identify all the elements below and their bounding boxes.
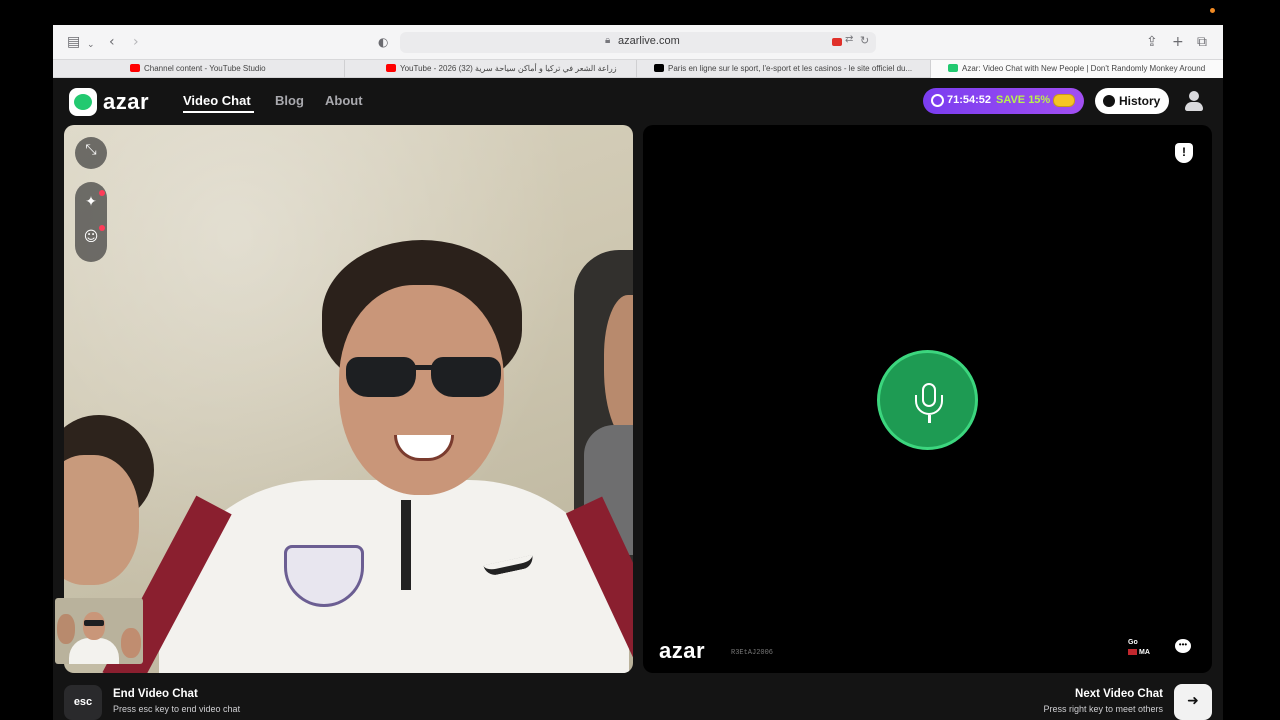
thumb-person	[57, 614, 75, 644]
tab-label: YouTube - 2026 زراعة الشعر في تركيا و أم…	[400, 64, 617, 73]
azar-icon	[948, 63, 958, 72]
promo-badge[interactable]: 71:54:52 SAVE 15%	[923, 88, 1084, 114]
next-chat-title: Next Video Chat	[1075, 688, 1163, 700]
clock-icon	[931, 94, 944, 107]
notification-dot	[99, 225, 105, 231]
report-shield-icon[interactable]: !	[1175, 143, 1193, 163]
country-badge: Go MA	[1128, 638, 1150, 658]
self-view-thumbnail[interactable]	[55, 598, 143, 664]
tab-youtube-video[interactable]: YouTube - 2026 زراعة الشعر في تركيا و أم…	[345, 60, 637, 78]
desktop: ▤ ⌄ ‹ › ◐ 🔒︎ azarlive.com ⇄ ↻ ⇪ + ⧉ Chan…	[0, 0, 1280, 720]
local-video-panel: ⤡ ✦ ☺	[64, 125, 633, 673]
notification-dot	[99, 190, 105, 196]
country-label-top: Go	[1128, 639, 1138, 646]
azar-logo[interactable]: azar	[69, 88, 149, 116]
arrow-right-icon: ➜	[1187, 693, 1199, 709]
azar-logo-icon	[69, 88, 97, 116]
tab-azar[interactable]: Azar: Video Chat with New People | Don't…	[931, 60, 1223, 78]
camera-active-icon[interactable]	[832, 38, 842, 46]
plus-icon[interactable]: +	[1172, 33, 1184, 51]
jacket-zipper	[401, 500, 411, 590]
thumb-person	[121, 628, 141, 658]
sunglasses	[346, 357, 501, 399]
thumb-jacket	[69, 638, 119, 664]
translate-icon[interactable]: ⇄	[845, 34, 853, 45]
reload-icon[interactable]: ↻	[860, 34, 869, 47]
tab-label: Azar: Video Chat with New People | Don't…	[962, 64, 1206, 73]
sunglasses-lens	[431, 357, 501, 397]
chat-icon[interactable]: •••	[1175, 639, 1191, 653]
face-filter-icon[interactable]: ☺	[75, 229, 107, 245]
nav-video-chat[interactable]: Video Chat	[183, 93, 251, 108]
video-person-jacket	[159, 480, 629, 673]
address-bar[interactable]: 🔒︎ azarlive.com ⇄ ↻	[400, 32, 876, 53]
history-button[interactable]: History	[1095, 88, 1169, 114]
sidebar-icon[interactable]: ▤	[67, 33, 80, 51]
promo-offer: SAVE 15%	[996, 94, 1051, 106]
flag-icon	[1128, 649, 1137, 656]
avatar-head	[1189, 91, 1199, 101]
coins-icon	[1053, 94, 1075, 107]
esc-key-label: esc	[73, 696, 93, 708]
nav-blog[interactable]: Blog	[275, 93, 304, 108]
app-header: azar Video Chat Blog About 71:54:52 SAVE…	[53, 78, 1223, 124]
tab-bar: Channel content - YouTube Studio YouTube…	[53, 60, 1223, 78]
shield-icon[interactable]: ◐	[378, 33, 388, 51]
user-id: R3EtAJ2006	[731, 649, 774, 657]
history-label: History	[1119, 94, 1161, 108]
lock-icon: 🔒︎	[605, 35, 611, 46]
brand-name: azar	[103, 89, 150, 114]
status-dot	[1210, 8, 1215, 13]
share-icon[interactable]: ⇪	[1146, 33, 1158, 51]
thumb-face	[83, 612, 105, 640]
youtube-icon	[386, 63, 396, 72]
tab-youtube-studio[interactable]: Channel content - YouTube Studio	[53, 60, 345, 78]
tab-label: Channel content - YouTube Studio	[144, 64, 266, 73]
site-icon	[654, 63, 664, 72]
avatar[interactable]	[1183, 90, 1205, 112]
thumb-sunglasses	[84, 620, 104, 626]
country-code: MA	[1139, 649, 1150, 656]
nav-about[interactable]: About	[325, 93, 363, 108]
next-chat-button[interactable]: ➜	[1174, 684, 1212, 720]
youtube-icon	[130, 63, 140, 72]
tabs-icon[interactable]: ⧉	[1197, 33, 1207, 51]
azar-app: azar Video Chat Blog About 71:54:52 SAVE…	[53, 78, 1223, 720]
microphone-button[interactable]	[877, 350, 978, 450]
history-icon	[1103, 95, 1115, 107]
tab-parions[interactable]: Paris en ligne sur le sport, l'e-sport e…	[637, 60, 931, 78]
tab-label: Paris en ligne sur le sport, l'e-sport e…	[668, 64, 913, 73]
microphone-icon-stem	[928, 415, 931, 423]
collapse-video-button[interactable]: ⤡	[75, 137, 107, 169]
nav-active-indicator	[183, 111, 254, 113]
microphone-icon-arc	[915, 395, 943, 415]
browser-toolbar: ▤ ⌄ ‹ › ◐ 🔒︎ azarlive.com ⇄ ↻ ⇪ + ⧉	[53, 25, 1223, 60]
effects-toolbar: ✦ ☺	[75, 182, 107, 262]
collapse-icon: ⤡	[85, 142, 97, 158]
sparkle-effects-icon[interactable]: ✦	[75, 194, 107, 210]
chevron-right-icon[interactable]: ›	[133, 33, 139, 51]
address-url: azarlive.com	[618, 35, 680, 47]
promo-timer: 71:54:52	[947, 94, 992, 106]
avatar-body	[1185, 102, 1203, 111]
end-chat-hint: Press esc key to end video chat	[113, 704, 241, 714]
watermark-logo: azar	[659, 638, 706, 663]
end-chat-title: End Video Chat	[113, 688, 198, 700]
browser-window: ▤ ⌄ ‹ › ◐ 🔒︎ azarlive.com ⇄ ↻ ⇪ + ⧉ Chan…	[53, 25, 1223, 720]
esc-key-button[interactable]: esc	[64, 685, 102, 720]
chevron-down-icon[interactable]: ⌄	[87, 36, 95, 54]
chevron-left-icon[interactable]: ‹	[109, 33, 115, 51]
sunglasses-lens	[346, 357, 416, 397]
next-chat-hint: Press right key to meet others	[1043, 704, 1163, 714]
remote-video-panel: ! azar R3EtAJ2006 Go MA •••	[643, 125, 1212, 673]
